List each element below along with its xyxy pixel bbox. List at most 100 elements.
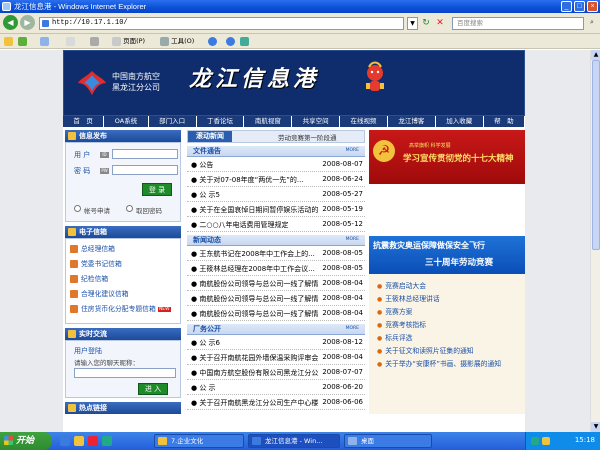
taskbar-item-desktop[interactable]: 桌面 <box>344 434 432 448</box>
minimize-button[interactable]: _ <box>561 1 572 12</box>
news-date: 2008-08-04 <box>322 279 363 287</box>
page-menu[interactable]: 页面(P) <box>112 36 145 47</box>
news-item[interactable]: ● 南航股份公司领导与总公司一线了解情... 2008-08-04 <box>187 276 365 291</box>
enter-chat-button[interactable]: 进 入 <box>138 383 168 395</box>
scrollbar-thumb[interactable] <box>592 60 600 250</box>
print-icon[interactable] <box>90 36 99 47</box>
news-item[interactable]: ● 关于对07-08年度“两优一先”的... 2008-06-24 <box>187 172 365 187</box>
olympic-mascot-icon <box>366 61 384 91</box>
tabs-icon[interactable] <box>40 36 49 47</box>
retrieve-password-link[interactable]: 取回密码 <box>136 205 162 215</box>
news-item[interactable]: ● 中国南方航空股份有限公司黑龙江分公司... 2008-07-07 <box>187 365 365 380</box>
news-date: 2008-07-07 <box>322 368 363 376</box>
start-button[interactable]: 开始 <box>0 432 52 450</box>
email-item[interactable]: 合理化建议信箱 <box>70 288 129 298</box>
back-button[interactable]: ◀ <box>3 15 18 30</box>
news-date: 2008-08-04 <box>322 309 363 317</box>
retrieve-radio[interactable] <box>126 205 133 212</box>
research-icon[interactable] <box>226 36 235 47</box>
scroll-news-text[interactable]: 劳动竞赛第一阶段通 <box>278 132 337 142</box>
party-congress-banner[interactable]: ☭ 高举旗帜 科学发展 学习宣传贯彻党的十七大精神 <box>369 130 525 184</box>
competition-link[interactable]: 标兵评选 <box>377 332 412 342</box>
nav-item[interactable]: 部门入口 <box>149 116 197 127</box>
competition-link[interactable]: 竞赛启动大会 <box>377 280 426 290</box>
news-item[interactable]: ● 南航股份公司领导与总公司一线了解情... 2008-08-04 <box>187 291 365 306</box>
news-item[interactable]: ● 王筱林总经理在2008年中工作会议... 2008-08-05 <box>187 261 365 276</box>
folder-quicklaunch-icon[interactable] <box>74 436 84 446</box>
nav-item[interactable]: 龙江博客 <box>388 116 436 127</box>
nav-item[interactable]: 加入收藏 <box>436 116 484 127</box>
user-input[interactable] <box>112 149 178 159</box>
news-item[interactable]: ● 关于在全国哀悼日期间暂停娱乐活动的... 2008-05-19 <box>187 202 365 217</box>
password-input[interactable] <box>112 165 178 175</box>
app-quicklaunch-icon[interactable] <box>88 436 98 446</box>
tools-menu[interactable]: 工具(O) <box>160 36 194 47</box>
app2-quicklaunch-icon[interactable] <box>102 436 112 446</box>
add-favorites-icon[interactable] <box>18 36 27 47</box>
forward-button[interactable]: ▶ <box>20 15 35 30</box>
window-titlebar: 龙江信息港 - Windows Internet Explorer _ □ × <box>0 0 600 13</box>
nav-item[interactable]: OA系统 <box>104 116 149 127</box>
refresh-button[interactable]: ↻ <box>420 17 432 30</box>
more-link[interactable]: MORE <box>346 237 359 242</box>
competition-link[interactable]: 竞赛考核指标 <box>377 319 426 329</box>
taskbar-item-browser[interactable]: 龙江信息港 - Win... <box>248 434 340 448</box>
user-login-link[interactable]: 用户登陆 <box>74 346 102 356</box>
news-item[interactable]: ● 关于召开南航花园外墙保温采购评审会... 2008-08-04 <box>187 350 365 365</box>
more-link[interactable]: MORE <box>346 148 359 153</box>
folder-icon <box>158 437 167 445</box>
address-input[interactable]: http://10.17.1.10/ <box>39 17 404 30</box>
network-tray-icon[interactable] <box>531 437 539 445</box>
news-item[interactable]: ● 公告 2008-08-07 <box>187 157 365 172</box>
news-item[interactable]: ● 南航股份公司领导与总公司一线了解情... 2008-08-04 <box>187 306 365 321</box>
volume-tray-icon[interactable] <box>542 437 550 445</box>
search-icon[interactable]: ⌕ <box>586 18 598 29</box>
email-item[interactable]: 总经理信箱 <box>70 243 115 253</box>
help-icon[interactable] <box>208 36 217 47</box>
apply-account-link[interactable]: 帐号申请 <box>84 205 110 215</box>
login-button[interactable]: 登 录 <box>142 183 172 196</box>
home-icon[interactable] <box>66 36 75 47</box>
nav-item[interactable]: 丁香论坛 <box>197 116 245 127</box>
news-item[interactable]: ● 公 示5 2008-05-27 <box>187 187 365 202</box>
email-item[interactable]: 党委书记信箱 <box>70 258 122 268</box>
nav-item[interactable]: 帮 助 <box>484 116 526 127</box>
maximize-button[interactable]: □ <box>574 1 585 12</box>
labor-competition-banner[interactable]: 抗震救灾奥运保障做保安全飞行 三十周年劳动竞赛 <box>369 236 525 274</box>
news-item[interactable]: ● 王东航书记在2008年中工作会上的... 2008-08-05 <box>187 246 365 261</box>
nav-item[interactable]: 在线视频 <box>340 116 388 127</box>
new-badge: NEW <box>157 306 171 312</box>
email-item[interactable]: 住房货币化分配专题信箱 NEW <box>70 303 171 313</box>
competition-link[interactable]: 竞赛方案 <box>377 306 412 316</box>
ie-quicklaunch-icon[interactable] <box>60 436 70 446</box>
news-title: ● 中国南方航空股份有限公司黑龙江分公司... <box>191 369 319 377</box>
nav-item[interactable]: 共享空间 <box>292 116 341 127</box>
messenger-icon[interactable] <box>240 36 249 47</box>
apply-radio[interactable] <box>74 205 81 212</box>
news-item[interactable]: ● 二○○八年电话费用管理规定 2008-05-12 <box>187 217 365 232</box>
competition-link[interactable]: 关于举办“安康杯”书画、摄影展的通知 <box>377 358 501 368</box>
nav-item[interactable]: 南航视窗 <box>244 116 293 127</box>
news-item[interactable]: ● 关于召开南航黑龙江分公司生产中心楼... 2008-06-06 <box>187 395 365 410</box>
competition-link[interactable]: 王筱林总经理讲话 <box>377 293 439 303</box>
nickname-input[interactable] <box>74 368 176 378</box>
email-item-label: 党委书记信箱 <box>81 260 122 268</box>
favorites-star-icon[interactable] <box>4 36 13 47</box>
nav-item[interactable]: 首 页 <box>63 116 105 127</box>
search-input[interactable]: 百度搜索 <box>452 17 584 30</box>
news-date: 2008-05-19 <box>322 205 363 213</box>
more-link[interactable]: MORE <box>346 326 359 331</box>
scroll-up-arrow-icon[interactable]: ▲ <box>591 50 600 60</box>
page-scrollbar[interactable]: ▲ ▼ <box>590 50 600 432</box>
address-dropdown-button[interactable]: ▼ <box>407 17 418 30</box>
stop-button[interactable]: ✕ <box>434 17 446 30</box>
news-item[interactable]: ● 公 示6 2008-08-12 <box>187 335 365 350</box>
scroll-down-arrow-icon[interactable]: ▼ <box>591 422 600 432</box>
taskbar-item-folder[interactable]: 7.企业文化 <box>154 434 244 448</box>
email-item[interactable]: 纪检信箱 <box>70 273 108 283</box>
news-item[interactable]: ● 公 示 2008-06-20 <box>187 380 365 395</box>
close-button[interactable]: × <box>587 1 598 12</box>
competition-link[interactable]: 关于征文和读照片征集的通知 <box>377 345 473 355</box>
news-date: 2008-06-06 <box>322 398 363 406</box>
news-sections: 文件通告 MORE ● 公告 2008-08-07 ● 关于对07-08年度“两优一先”… <box>187 146 365 410</box>
